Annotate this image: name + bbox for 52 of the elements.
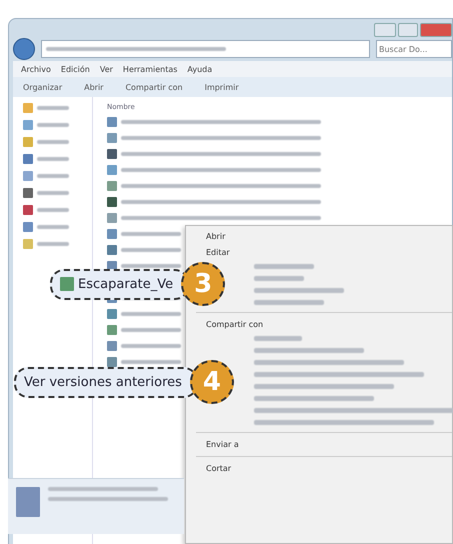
menu-item[interactable]: Enviar a	[206, 440, 452, 449]
toolbar-button[interactable]: Organizar	[23, 82, 62, 92]
blurred-text	[37, 242, 69, 246]
minimize-button[interactable]	[374, 23, 396, 37]
menu-item[interactable]	[254, 408, 453, 413]
menu-item[interactable]	[254, 264, 314, 269]
menu-item[interactable]	[254, 348, 364, 353]
menu-item[interactable]	[254, 276, 304, 281]
blurred-text	[121, 264, 181, 268]
search-field[interactable]: Buscar Do...	[376, 40, 452, 58]
back-button[interactable]	[13, 38, 35, 60]
blurred-text	[121, 232, 181, 236]
callout-text: Ver versiones anteriores	[24, 374, 182, 390]
blurred-text	[37, 191, 69, 195]
callout-text: Escaparate_Ve	[78, 276, 174, 292]
menu-item[interactable]: Herramientas	[122, 64, 178, 74]
toolbar-button[interactable]: Compartir con	[125, 82, 183, 92]
menu-item[interactable]	[254, 396, 374, 401]
address-bar[interactable]	[41, 40, 370, 58]
menu-item[interactable]	[254, 300, 324, 305]
blurred-text	[37, 123, 69, 127]
blurred-text	[37, 140, 69, 144]
maximize-button[interactable]	[398, 23, 418, 37]
menu-item[interactable]	[254, 288, 344, 293]
document-icon	[16, 487, 40, 517]
toolbar-button[interactable]: Imprimir	[204, 82, 239, 92]
menu-item[interactable]	[254, 372, 424, 377]
menu-item[interactable]: Ayuda	[187, 64, 212, 74]
menu-item[interactable]: Compartir con	[206, 320, 452, 329]
file-icon	[60, 277, 74, 291]
blurred-text	[37, 157, 69, 161]
menu-item[interactable]	[254, 360, 404, 365]
menu-item[interactable]	[254, 336, 302, 341]
menu-item[interactable]: Abrir	[206, 232, 452, 241]
menu-item[interactable]	[254, 384, 394, 389]
blurred-text	[37, 174, 69, 178]
blurred-text	[37, 225, 69, 229]
menu-item[interactable]: Edición	[60, 64, 90, 74]
blurred-text	[121, 328, 181, 332]
menu-item[interactable]: Editar	[206, 248, 452, 257]
menu-item[interactable]: Ver	[100, 64, 113, 74]
blurred-text	[121, 344, 181, 348]
menu-item[interactable]: Archivo	[21, 64, 51, 74]
menu-item[interactable]: Cortar	[206, 464, 452, 473]
blurred-text	[121, 312, 181, 316]
toolbar-button[interactable]: Abrir	[84, 82, 104, 92]
blurred-text	[121, 360, 181, 364]
blurred-text	[37, 208, 69, 212]
close-button[interactable]	[420, 23, 452, 37]
menu-item[interactable]	[254, 420, 434, 425]
blurred-text	[121, 248, 181, 252]
blurred-text	[37, 106, 69, 110]
